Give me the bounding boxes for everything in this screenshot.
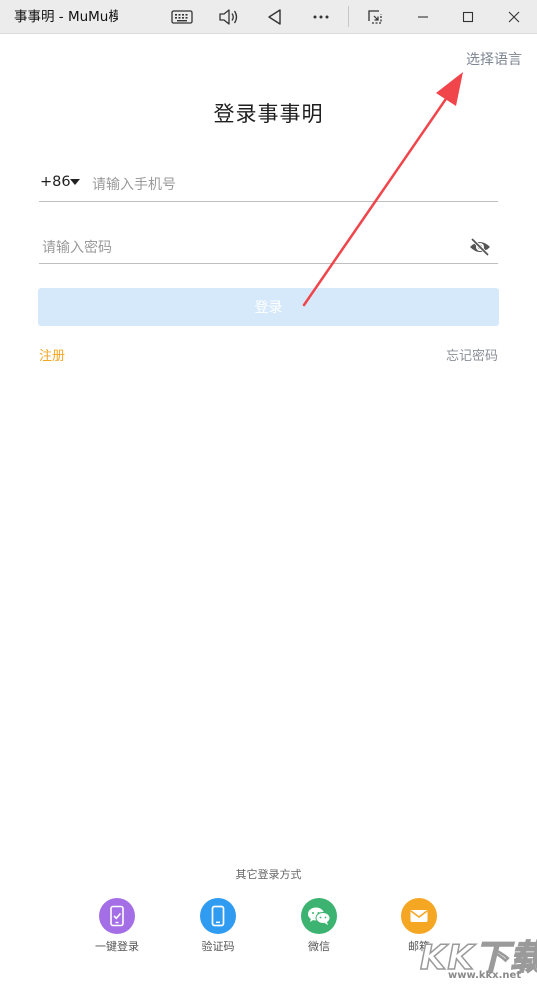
email-login-badge xyxy=(401,898,437,934)
back-triangle-icon xyxy=(268,8,281,25)
mail-icon xyxy=(410,910,428,922)
select-language-link[interactable]: 选择语言 xyxy=(466,49,522,69)
volume-icon xyxy=(219,8,238,25)
phone-field-row: +86 xyxy=(39,168,498,202)
wechat-login-label: 微信 xyxy=(308,940,330,953)
email-login-option[interactable]: 邮箱 xyxy=(384,898,454,954)
watermark-url: www.kkx.net xyxy=(448,970,522,981)
login-button[interactable]: 登录 xyxy=(38,288,499,326)
minimize-icon xyxy=(418,15,428,18)
wechat-login-option[interactable]: 微信 xyxy=(284,898,354,954)
sms-code-login-option[interactable]: 验证码 xyxy=(183,898,253,954)
phone-input[interactable] xyxy=(90,172,474,198)
snap-button[interactable] xyxy=(353,0,397,33)
more-button[interactable] xyxy=(299,0,343,33)
more-dots-icon xyxy=(313,15,329,18)
eye-off-icon[interactable] xyxy=(469,237,491,257)
wechat-icon xyxy=(308,907,331,925)
keyboard-icon xyxy=(171,9,193,24)
close-icon xyxy=(508,11,520,22)
back-button[interactable] xyxy=(253,0,297,33)
maximize-button[interactable] xyxy=(446,0,490,33)
snap-window-icon xyxy=(368,9,382,24)
caret-down-icon[interactable] xyxy=(70,179,80,185)
forgot-password-link[interactable]: 忘记密码 xyxy=(446,345,498,364)
wechat-login-badge xyxy=(301,898,337,934)
country-code-selector[interactable]: +86 xyxy=(40,174,71,190)
register-link[interactable]: 注册 xyxy=(39,345,65,364)
password-input[interactable] xyxy=(40,235,444,261)
page-title: 登录事事明 xyxy=(213,102,324,126)
keyboard-button[interactable] xyxy=(160,0,204,33)
one-click-login-badge xyxy=(99,898,135,934)
titlebar-separator xyxy=(348,6,349,27)
one-click-login-option[interactable]: 一键登录 xyxy=(82,898,152,954)
maximize-icon xyxy=(462,11,474,22)
email-login-label: 邮箱 xyxy=(408,940,430,953)
window-titlebar: 事事明 - MuMu模拟器 xyxy=(0,0,537,34)
sms-code-login-badge xyxy=(200,898,236,934)
password-field-row xyxy=(39,232,498,264)
annotation-arrow xyxy=(302,72,463,307)
phone-check-icon xyxy=(110,905,124,927)
one-click-login-label: 一键登录 xyxy=(95,940,139,953)
other-login-methods-label: 其它登录方式 xyxy=(235,868,302,881)
sms-code-login-label: 验证码 xyxy=(201,940,235,953)
minimize-button[interactable] xyxy=(401,0,445,33)
close-button[interactable] xyxy=(492,0,536,33)
window-title: 事事明 - MuMu模拟器 xyxy=(14,9,118,25)
volume-button[interactable] xyxy=(207,0,251,33)
smartphone-icon xyxy=(211,905,225,927)
